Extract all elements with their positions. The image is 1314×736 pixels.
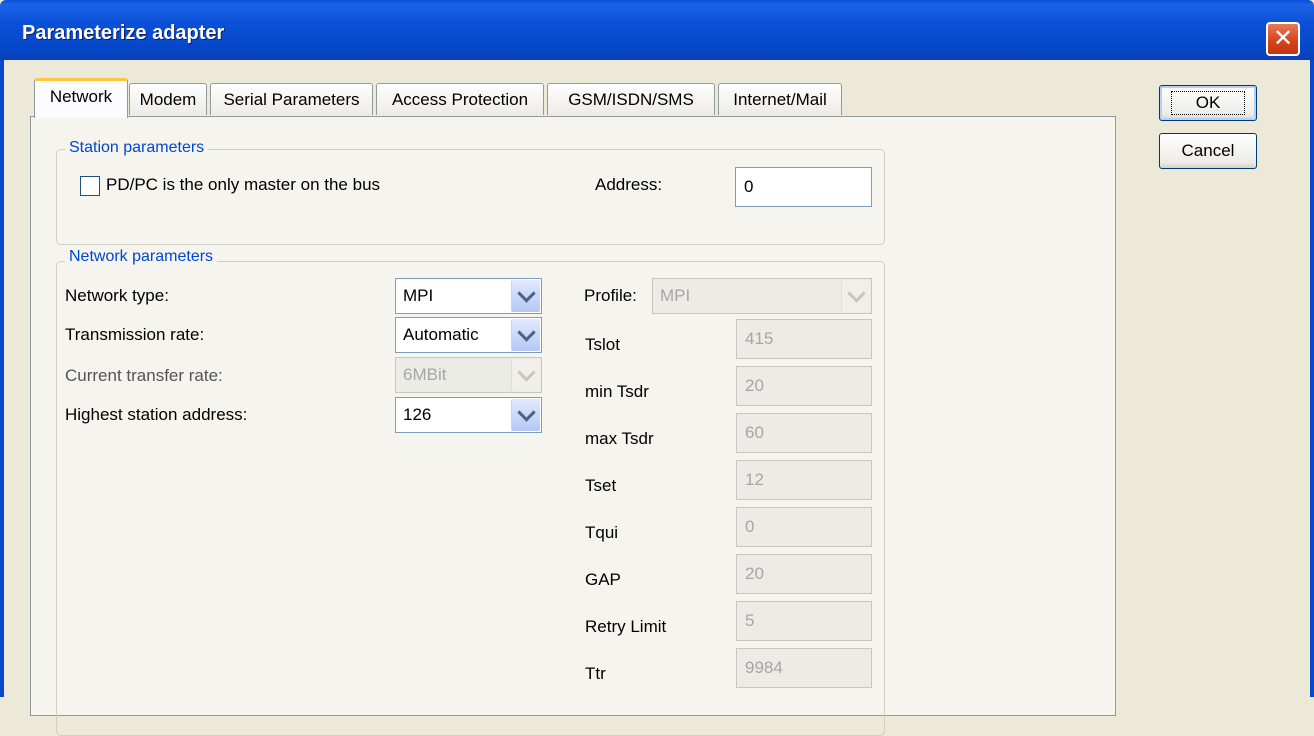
network-type-label: Network type: (65, 286, 169, 305)
chevron-down-icon (511, 359, 540, 391)
current-transfer-rate-value: 6MBit (403, 365, 447, 384)
retry-limit-value: 5 (745, 611, 755, 630)
tab-label: GSM/ISDN/SMS (568, 89, 694, 109)
profile-label: Profile: (584, 286, 637, 305)
window-title: Parameterize adapter (22, 22, 225, 44)
tset-value: 12 (745, 470, 764, 489)
tqui-value: 0 (745, 517, 755, 536)
highest-station-address-select[interactable]: 126 (395, 397, 542, 433)
tqui-input: 0 (736, 507, 872, 547)
profile-select: MPI (652, 278, 872, 314)
tslot-value: 415 (745, 329, 774, 348)
tslot-label: Tslot (585, 335, 620, 354)
network-tab-panel: Station parameters PD/PC is the only mas… (30, 116, 1116, 736)
close-x-icon: ✕ (1272, 25, 1294, 52)
address-value: 0 (744, 177, 754, 196)
network-type-select[interactable]: MPI (395, 278, 542, 314)
address-input[interactable]: 0 (735, 167, 872, 207)
ttr-value: 9984 (745, 658, 783, 677)
tab-modem[interactable]: Modem (129, 83, 207, 115)
ok-button[interactable]: OK (1159, 85, 1257, 121)
only-master-label: PD/PC is the only master on the bus (106, 175, 381, 194)
transmission-rate-label: Transmission rate: (65, 325, 205, 344)
station-parameters-title: Station parameters (65, 139, 209, 157)
max-tsdr-value: 60 (745, 423, 764, 442)
max-tsdr-label: max Tsdr (585, 429, 654, 448)
tslot-input: 415 (736, 319, 872, 359)
min-tsdr-input: 20 (736, 366, 872, 406)
min-tsdr-value: 20 (745, 376, 764, 395)
min-tsdr-label: min Tsdr (585, 382, 649, 401)
highest-station-address-label: Highest station address: (65, 405, 248, 424)
tset-input: 12 (736, 460, 872, 500)
retry-limit-input: 5 (736, 601, 872, 641)
profile-value: MPI (660, 286, 691, 305)
cancel-button[interactable]: Cancel (1159, 133, 1257, 169)
tab-serial-parameters[interactable]: Serial Parameters (210, 83, 373, 115)
ttr-label: Ttr (585, 664, 606, 683)
title-bar: Parameterize adapter (0, 0, 1314, 60)
ok-button-label: OK (1170, 91, 1246, 115)
tab-access-protection[interactable]: Access Protection (376, 83, 544, 115)
tab-internet-mail[interactable]: Internet/Mail (718, 83, 842, 115)
tab-label: Internet/Mail (733, 89, 827, 109)
tab-gsm-isdn-sms[interactable]: GSM/ISDN/SMS (547, 83, 715, 115)
max-tsdr-input: 60 (736, 413, 872, 453)
tab-label: Modem (139, 89, 197, 109)
chevron-down-icon[interactable] (511, 399, 540, 431)
chevron-down-icon (841, 280, 870, 312)
address-label: Address: (595, 175, 663, 194)
gap-label: GAP (585, 570, 621, 589)
tab-network[interactable]: Network (34, 78, 128, 118)
current-transfer-rate-select: 6MBit (395, 357, 542, 393)
tab-label: Network (49, 87, 113, 106)
network-parameters-title: Network parameters (65, 248, 218, 266)
tab-label: Serial Parameters (223, 89, 360, 109)
network-type-value: MPI (403, 286, 434, 305)
retry-limit-label: Retry Limit (585, 617, 667, 636)
current-transfer-rate-label: Current transfer rate: (65, 366, 223, 385)
gap-value: 20 (745, 564, 764, 583)
window-frame-left (0, 60, 4, 697)
close-button[interactable]: ✕ (1266, 22, 1300, 56)
highest-station-address-value: 126 (403, 405, 432, 424)
chevron-down-icon[interactable] (511, 319, 540, 351)
tset-label: Tset (585, 476, 617, 495)
cancel-button-label: Cancel (1181, 141, 1235, 160)
gap-input: 20 (736, 554, 872, 594)
window-frame-right (1310, 60, 1314, 697)
ttr-input: 9984 (736, 648, 872, 688)
chevron-down-icon[interactable] (511, 280, 540, 312)
transmission-rate-select[interactable]: Automatic (395, 317, 542, 353)
tqui-label: Tqui (585, 523, 619, 542)
transmission-rate-value: Automatic (403, 325, 479, 344)
tab-label: Access Protection (391, 89, 529, 109)
only-master-checkbox[interactable] (80, 176, 100, 196)
